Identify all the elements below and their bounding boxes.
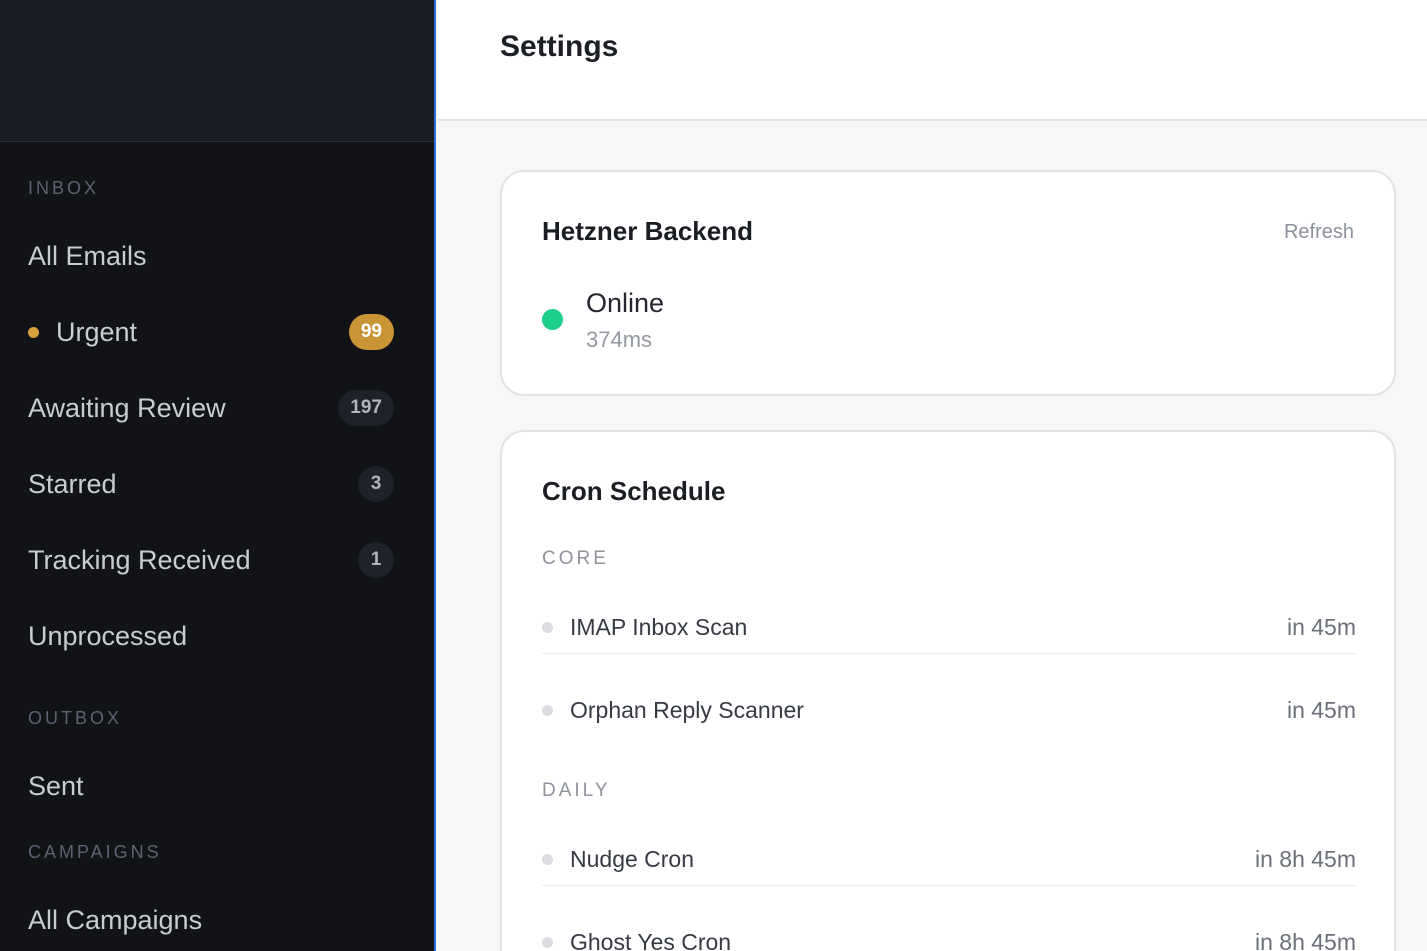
- cron-job-row: IMAP Inbox Scan in 45m: [542, 602, 1356, 654]
- urgent-dot-icon: [28, 326, 39, 338]
- cron-job-name: Orphan Reply Scanner: [570, 696, 804, 723]
- page-title: Settings: [500, 30, 619, 63]
- sidebar-item-label: All Emails: [28, 240, 147, 271]
- count-badge: 3: [358, 466, 394, 502]
- count-badge: 1: [358, 542, 394, 578]
- sidebar-item-label: Sent: [28, 770, 84, 801]
- sidebar-item-all-campaigns[interactable]: All Campaigns: [28, 896, 394, 944]
- cron-job-next-run: in 8h 45m: [1254, 846, 1356, 872]
- sidebar-item-label: All Campaigns: [28, 904, 203, 935]
- cron-job-row: Nudge Cron in 8h 45m: [542, 834, 1356, 886]
- section-label-outbox: OUTBOX: [28, 708, 123, 728]
- sidebar-item-label: Awaiting Review: [28, 392, 226, 423]
- cron-job-row: Orphan Reply Scanner in 45m: [542, 684, 1356, 736]
- section-label-inbox: INBOX: [28, 178, 100, 198]
- count-badge: 197: [338, 390, 394, 426]
- cron-job-next-run: in 45m: [1286, 614, 1356, 640]
- backend-latency: 374ms: [586, 327, 653, 352]
- cron-job-next-run: in 8h 45m: [1254, 928, 1356, 951]
- sidebar-header: [0, 0, 434, 142]
- sidebar-item-tracking-received[interactable]: Tracking Received 1: [28, 536, 394, 584]
- backend-status-card: Hetzner Backend Refresh Online 374ms: [500, 170, 1396, 396]
- cron-group-label: DAILY: [542, 780, 611, 801]
- job-status-icon: [542, 936, 553, 948]
- job-status-icon: [542, 704, 553, 716]
- cron-job-name: Nudge Cron: [570, 846, 695, 872]
- cron-job-row: Ghost Yes Cron in 8h 45m: [542, 916, 1356, 951]
- sidebar-item-all-emails[interactable]: All Emails: [28, 232, 394, 280]
- section-label-campaigns: CAMPAIGNS: [28, 842, 162, 862]
- sidebar-item-urgent[interactable]: Urgent 99: [28, 308, 394, 356]
- sidebar: INBOX All Emails Urgent 99 Awaiting Revi…: [0, 0, 436, 951]
- cron-title: Cron Schedule: [542, 476, 726, 506]
- job-status-icon: [542, 622, 553, 633]
- cron-job-next-run: in 45m: [1286, 696, 1356, 723]
- cron-group-label: CORE: [542, 548, 609, 569]
- sidebar-item-unprocessed[interactable]: Unprocessed: [28, 612, 394, 660]
- page-header: Settings: [438, 0, 1427, 121]
- backend-title: Hetzner Backend: [542, 216, 753, 246]
- sidebar-item-starred[interactable]: Starred 3: [28, 460, 394, 508]
- sidebar-item-awaiting-review[interactable]: Awaiting Review 197: [28, 384, 394, 432]
- cron-job-name: Ghost Yes Cron: [570, 928, 732, 951]
- sidebar-item-label: Urgent: [56, 316, 138, 347]
- count-badge: 99: [348, 314, 394, 350]
- sidebar-item-label: Unprocessed: [28, 620, 188, 651]
- cron-job-name: IMAP Inbox Scan: [570, 614, 748, 640]
- sidebar-item-label: Tracking Received: [28, 544, 251, 575]
- cron-schedule-card: Cron Schedule CORE IMAP Inbox Scan in 45…: [500, 430, 1396, 951]
- online-status-icon: [542, 309, 563, 330]
- backend-status: Online: [586, 288, 665, 318]
- sidebar-item-sent[interactable]: Sent: [28, 762, 394, 810]
- sidebar-item-label: Starred: [28, 468, 117, 499]
- job-status-icon: [542, 854, 553, 865]
- refresh-button[interactable]: Refresh: [1284, 221, 1354, 244]
- main-content: Settings Hetzner Backend Refresh Online …: [438, 0, 1427, 951]
